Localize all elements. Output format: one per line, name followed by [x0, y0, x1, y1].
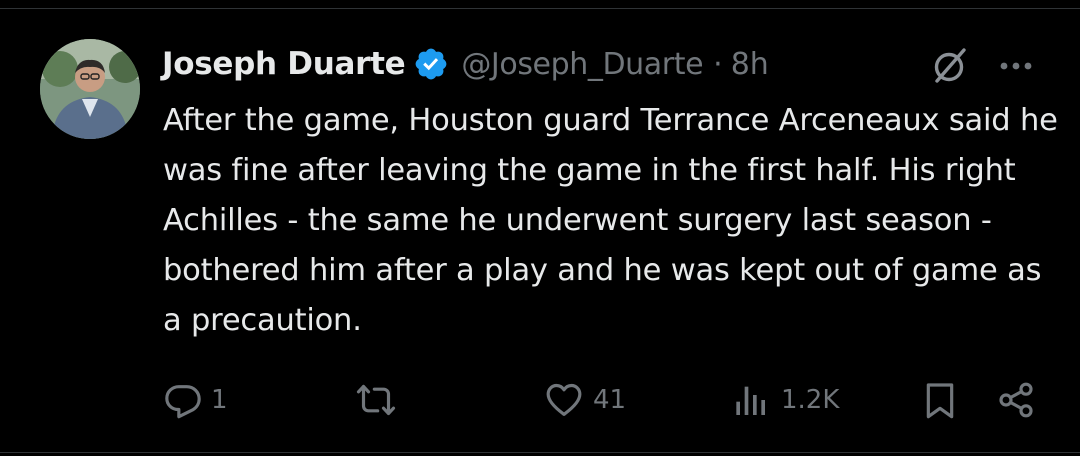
share-icon	[999, 382, 1033, 418]
like-icon	[546, 383, 582, 416]
tweet-header: Joseph Duarte @Joseph_Duarte · 8h	[162, 40, 769, 88]
repost-icon	[356, 384, 396, 416]
author-handle[interactable]: @Joseph_Duarte	[461, 47, 703, 82]
separator-dot: ·	[713, 46, 723, 82]
share-button[interactable]	[996, 376, 1036, 424]
verified-badge-icon[interactable]	[413, 46, 449, 82]
bookmark-icon	[926, 383, 954, 419]
reply-icon	[165, 385, 201, 419]
timestamp[interactable]: 8h	[731, 47, 769, 82]
like-button[interactable]: 41	[543, 376, 626, 424]
tweet-text: After the game, Houston guard Terrance A…	[163, 103, 1058, 338]
author-display-name[interactable]: Joseph Duarte	[162, 46, 406, 82]
reply-count: 1	[211, 385, 228, 415]
avatar-photo	[40, 39, 140, 139]
more-options-icon[interactable]	[996, 48, 1040, 84]
bottom-divider	[0, 452, 1080, 453]
view-count: 1.2K	[781, 385, 840, 415]
views-button[interactable]: 1.2K	[733, 376, 839, 424]
avatar[interactable]	[40, 39, 140, 139]
action-bar: 1 41 1.2K	[0, 376, 1080, 424]
views-icon	[736, 386, 765, 415]
repost-button[interactable]	[354, 376, 406, 424]
top-divider	[0, 8, 1080, 9]
grok-icon[interactable]	[928, 44, 972, 88]
bookmark-button[interactable]	[920, 376, 960, 424]
reply-button[interactable]: 1	[163, 376, 228, 424]
like-count: 41	[593, 385, 627, 415]
